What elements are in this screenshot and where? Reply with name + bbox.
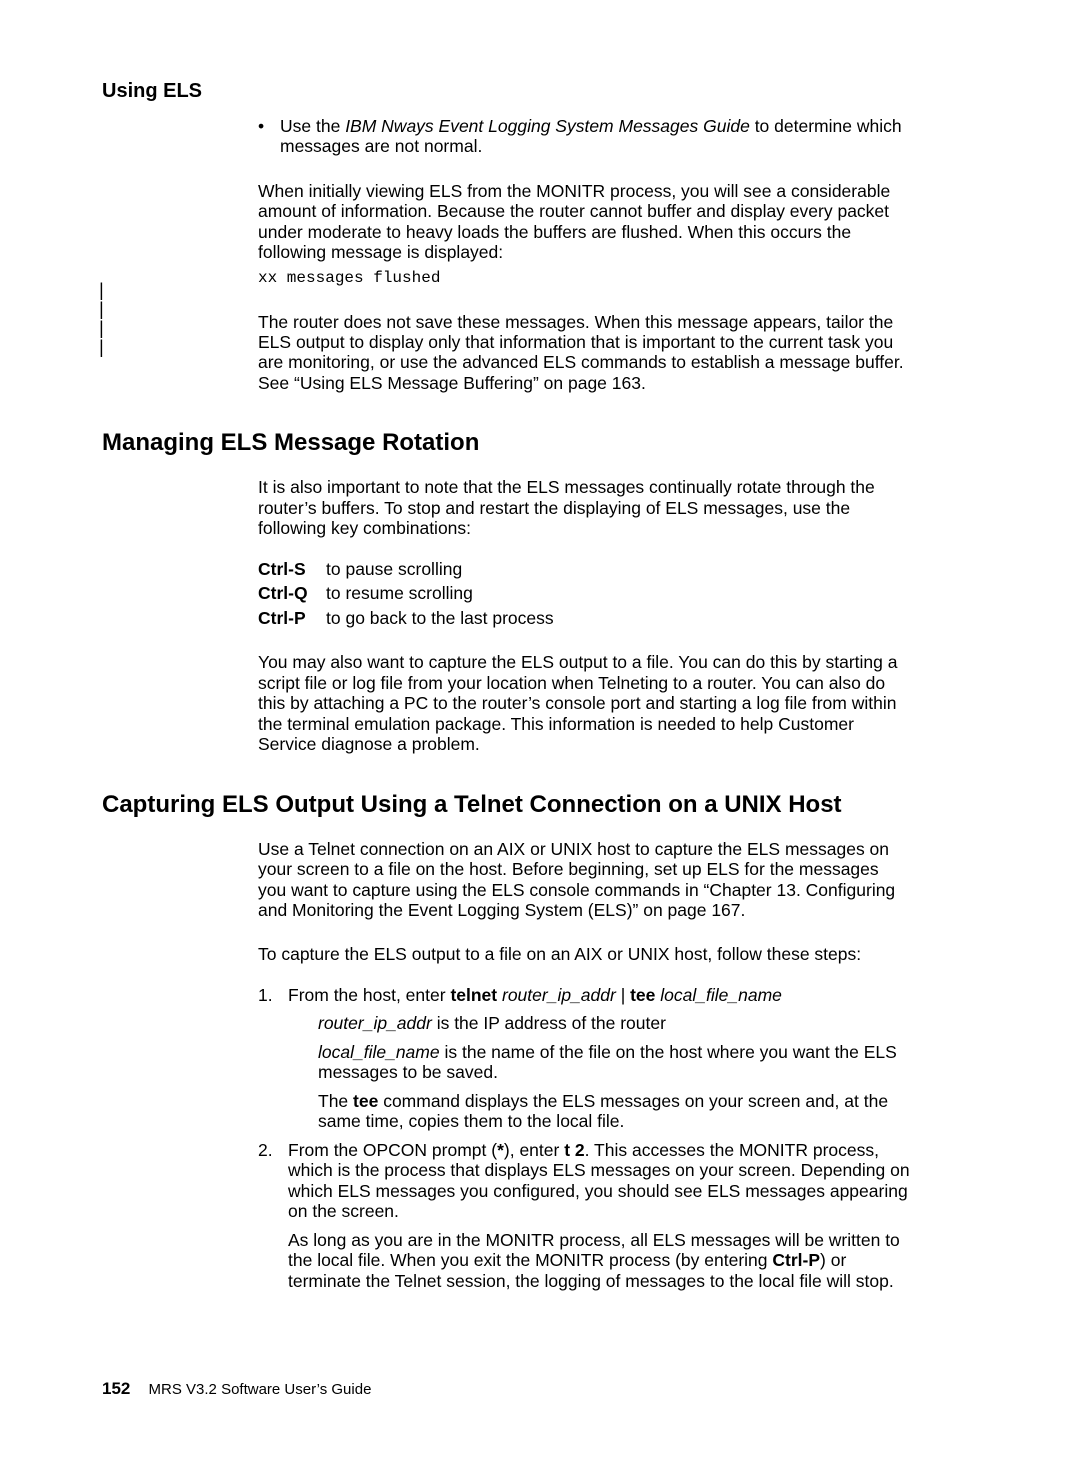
key-term: Ctrl-S xyxy=(258,559,326,579)
list-item: 1. From the host, enter telnet router_ip… xyxy=(258,985,910,1132)
list-number: 2. xyxy=(258,1140,288,1291)
running-header: Using ELS xyxy=(102,80,202,103)
heading-capture: Capturing ELS Output Using a Telnet Conn… xyxy=(102,791,910,819)
key-desc: to go back to the last process xyxy=(326,608,554,628)
step2-sub: As long as you are in the MONITR process… xyxy=(288,1230,910,1291)
paragraph: You may also want to capture the ELS out… xyxy=(258,652,910,754)
list-body: From the host, enter telnet router_ip_ad… xyxy=(288,985,910,1132)
change-bar: |||| xyxy=(96,283,98,359)
step2-main: From the OPCON prompt (*), enter t 2. Th… xyxy=(288,1140,910,1222)
footer-title: MRS V3.2 Software User’s Guide xyxy=(149,1381,372,1398)
key-row: Ctrl-S to pause scrolling xyxy=(258,559,910,579)
key-list: Ctrl-S to pause scrolling Ctrl-Q to resu… xyxy=(258,559,910,628)
key-term: Ctrl-Q xyxy=(258,583,326,603)
paragraph: Use a Telnet connection on an AIX or UNI… xyxy=(258,839,910,921)
key-desc: to pause scrolling xyxy=(326,559,462,579)
page: Using ELS |||| • Use the IBM Nways Event… xyxy=(0,0,1080,1477)
step1-cmd: From the host, enter telnet router_ip_ad… xyxy=(288,985,910,1005)
ordered-list: 1. From the host, enter telnet router_ip… xyxy=(258,985,910,1291)
bullet-marker: • xyxy=(258,116,280,157)
body-column-1: • Use the IBM Nways Event Logging System… xyxy=(258,116,910,393)
bullet-text: Use the IBM Nways Event Logging System M… xyxy=(280,116,910,157)
list-item: 2. From the OPCON prompt (*), enter t 2.… xyxy=(258,1140,910,1291)
paragraph: The router does not save these messages.… xyxy=(258,312,910,394)
step1-sub1: router_ip_addr is the IP address of the … xyxy=(318,1013,910,1033)
paragraph: It is also important to note that the EL… xyxy=(258,477,910,538)
page-footer: 152 MRS V3.2 Software User’s Guide xyxy=(102,1379,371,1399)
step1-sub2: local_file_name is the name of the file … xyxy=(318,1042,910,1083)
body-column-3: Use a Telnet connection on an AIX or UNI… xyxy=(258,839,910,1291)
key-row: Ctrl-Q to resume scrolling xyxy=(258,583,910,603)
step1-sub3: The tee command displays the ELS message… xyxy=(318,1091,910,1132)
paragraph: When initially viewing ELS from the MONI… xyxy=(258,181,910,263)
list-body: From the OPCON prompt (*), enter t 2. Th… xyxy=(288,1140,910,1291)
code-sample: xx messages flushed xyxy=(258,269,910,288)
heading-rotation: Managing ELS Message Rotation xyxy=(102,429,910,457)
list-number: 1. xyxy=(258,985,288,1132)
bullet-item: • Use the IBM Nways Event Logging System… xyxy=(258,116,910,157)
key-row: Ctrl-P to go back to the last process xyxy=(258,608,910,628)
paragraph: To capture the ELS output to a file on a… xyxy=(258,944,910,964)
body-column-2: It is also important to note that the EL… xyxy=(258,477,910,754)
key-desc: to resume scrolling xyxy=(326,583,473,603)
key-term: Ctrl-P xyxy=(258,608,326,628)
page-number: 152 xyxy=(102,1379,130,1398)
